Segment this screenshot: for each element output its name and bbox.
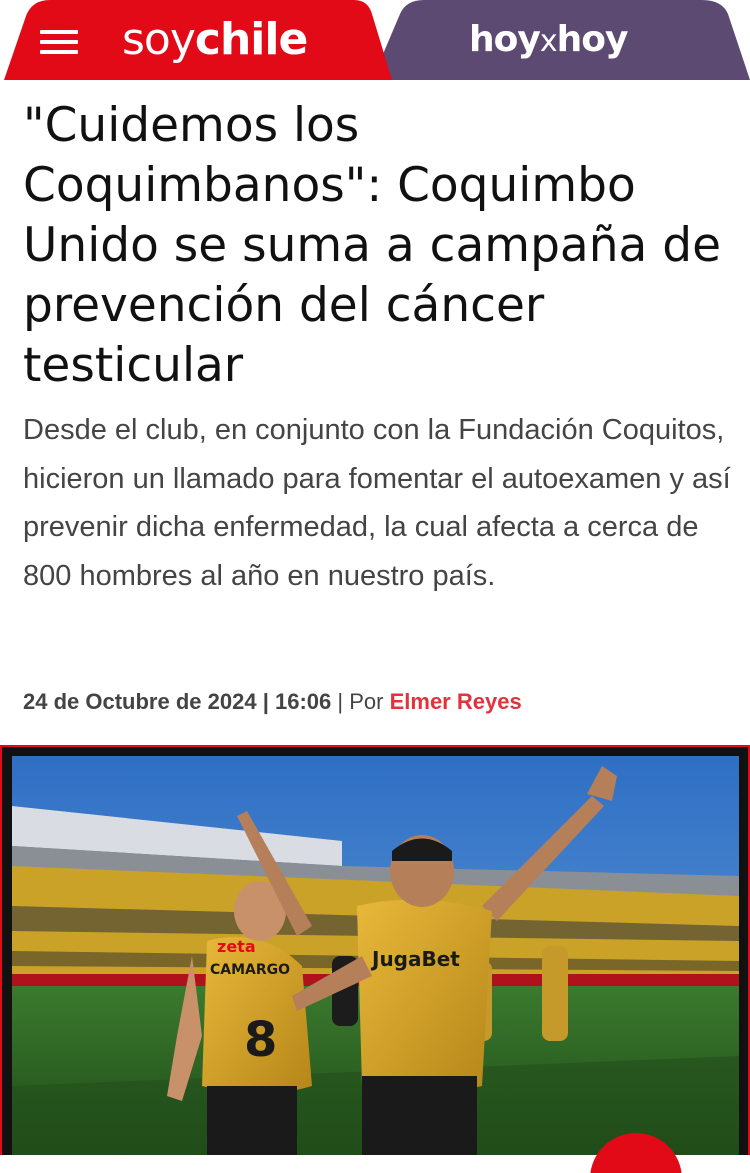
article-time: 16:06 [274, 689, 332, 714]
by-label: Por [349, 689, 384, 714]
meta-separator: | [262, 689, 269, 714]
soychile-tab[interactable]: soychile [0, 0, 392, 80]
hoyxhoy-logo: hoyxhoy [469, 19, 628, 60]
shirt-sponsor-2: zeta [217, 937, 256, 956]
article-title: "Cuidemos los Coquimbanos": Coquimbo Uni… [23, 98, 722, 393]
soychile-logo: soychile [122, 14, 308, 65]
stadium-celebration-image: 8 CAMARGO zeta JugaBet [12, 756, 739, 1156]
article-date: 24 de Octubre de 2024 [23, 689, 257, 714]
site-header: hoyxhoy soychile [0, 0, 750, 80]
player-number: 8 [244, 1012, 277, 1068]
meta-separator-2: | [337, 689, 344, 714]
article-meta: 24 de Octubre de 2024 | 16:06 | Por Elme… [23, 686, 522, 718]
player-name: CAMARGO [210, 962, 290, 978]
shirt-sponsor: JugaBet [370, 947, 460, 971]
article-photo-frame: 8 CAMARGO zeta JugaBet [0, 745, 750, 1173]
article-photo[interactable]: 8 CAMARGO zeta JugaBet [12, 756, 739, 1156]
hoyxhoy-tab[interactable]: hoyxhoy [372, 0, 750, 80]
article-lead: Desde el club, en conjunto con la Fundac… [23, 414, 731, 592]
author-link[interactable]: Elmer Reyes [390, 689, 522, 714]
hamburger-menu-icon[interactable] [40, 30, 78, 54]
